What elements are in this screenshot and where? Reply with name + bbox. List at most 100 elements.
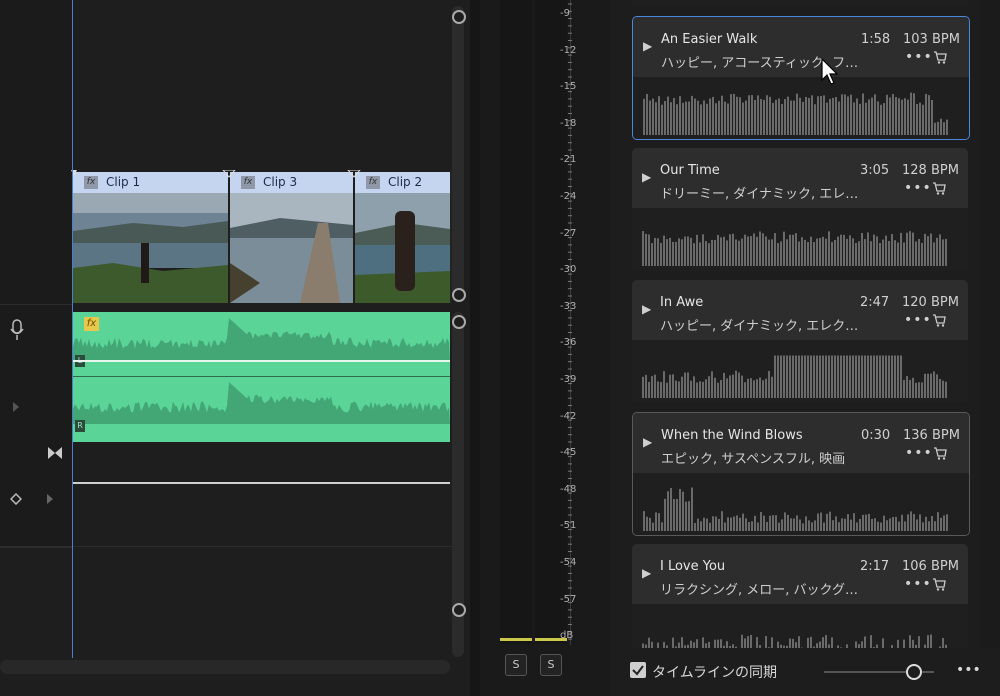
waveform-bar <box>655 512 657 531</box>
scroll-handle-bottom[interactable] <box>452 288 466 302</box>
clip-1-header[interactable]: fx Clip 1 <box>73 172 228 193</box>
waveform-bar <box>789 234 791 266</box>
track-card[interactable]: ▶ In Awe ハッピー, ダイナミック, エレクトロ... 2:47 120 BPM… <box>632 280 968 402</box>
waveform-bar <box>729 375 731 398</box>
clip-2-thumbnail[interactable] <box>355 193 450 303</box>
track-title: An Easier Walk <box>661 32 758 47</box>
waveform-bar <box>933 371 935 398</box>
cart-icon[interactable] <box>932 578 946 591</box>
db-label: -57 <box>560 593 577 605</box>
meter-level-left <box>500 638 532 641</box>
sync-label[interactable]: タイムラインの同期 <box>652 662 777 682</box>
waveform-bar <box>748 521 750 531</box>
waveform-bar <box>691 487 693 531</box>
clip-label: Clip 1 <box>106 175 141 189</box>
expand-track-icon[interactable] <box>12 401 20 413</box>
waveform-bar <box>847 96 849 135</box>
track-header-video <box>0 170 72 305</box>
master-volume-line[interactable] <box>73 482 450 484</box>
waveform-bar <box>885 355 887 398</box>
panel-divider[interactable] <box>470 0 480 696</box>
waveform-bar <box>736 515 738 531</box>
waveform-bar <box>825 355 827 398</box>
waveform-bar <box>714 239 716 266</box>
waveform-bar <box>819 238 821 266</box>
waveform-bar <box>862 514 864 531</box>
play-icon[interactable]: ▶ <box>643 39 652 53</box>
track-card-previous[interactable] <box>632 0 968 6</box>
scroll-handle-bottom[interactable] <box>452 603 466 617</box>
track-header-empty <box>0 0 72 171</box>
waveform-bar <box>735 239 737 266</box>
track-waveform <box>632 604 968 654</box>
waveform-bar <box>904 98 906 135</box>
clip-2-header[interactable]: fx Clip 2 <box>355 172 450 193</box>
clip-3-header[interactable]: fx Clip 3 <box>230 172 353 193</box>
waveform-bar <box>852 355 854 398</box>
waveform-bar <box>661 522 663 531</box>
track-waveform <box>632 340 968 402</box>
microphone-icon[interactable] <box>10 319 24 341</box>
waveform-bar <box>822 355 824 398</box>
waveform-bar <box>928 521 930 531</box>
waveform-bar <box>865 102 867 135</box>
scroll-handle-top[interactable] <box>452 10 466 24</box>
solo-button-right[interactable]: S <box>540 654 562 676</box>
transition-icon[interactable] <box>47 446 63 460</box>
track-duration: 1:58 <box>861 32 891 47</box>
waveform-bar <box>663 371 665 398</box>
more-options-icon[interactable]: ••• <box>904 312 932 328</box>
waveform-bar <box>726 240 728 266</box>
waveform-bar <box>831 241 833 266</box>
more-options-icon[interactable]: ••• <box>904 576 932 592</box>
cart-icon[interactable] <box>932 182 946 195</box>
scroll-handle-top[interactable] <box>452 315 466 329</box>
waveform-bar <box>811 522 813 531</box>
track-card[interactable]: ▶ Our Time ドリーミー, ダイナミック, エレクト... 3:05 128 B… <box>632 148 968 270</box>
footer-more-icon[interactable]: ••• <box>956 662 981 678</box>
more-options-icon[interactable]: ••• <box>905 49 933 65</box>
horizontal-scrollbar[interactable] <box>0 660 450 674</box>
db-label: -42 <box>560 410 577 422</box>
keyframe-icon[interactable] <box>10 493 22 505</box>
cart-icon[interactable] <box>933 51 947 64</box>
waveform-bar <box>666 239 668 266</box>
music-library-panel: ▶ An Easier Walk ハッピー, アコースティック, フォーク 1:58 1… <box>620 0 1000 696</box>
volume-line-left[interactable] <box>73 360 450 362</box>
waveform-bar <box>723 372 725 398</box>
fx-badge: fx <box>84 176 98 189</box>
track-card[interactable]: ▶ When the Wind Blows エピック, サスペンスフル, 映画 0:3… <box>632 412 970 536</box>
play-icon[interactable]: ▶ <box>642 170 651 184</box>
more-options-icon[interactable]: ••• <box>905 445 933 461</box>
audio-fx-badge[interactable]: fx <box>84 317 99 331</box>
waveform-bar <box>772 102 774 135</box>
more-options-icon[interactable]: ••• <box>904 180 932 196</box>
cart-icon[interactable] <box>933 447 947 460</box>
video-vertical-scrollbar[interactable] <box>452 6 464 296</box>
track-card[interactable]: ▶ An Easier Walk ハッピー, アコースティック, フォーク 1:58 1… <box>632 16 970 140</box>
waveform-bar <box>756 379 758 398</box>
waveform-bar <box>930 373 932 398</box>
sync-checkbox[interactable] <box>630 662 646 678</box>
play-icon[interactable]: ▶ <box>643 435 652 449</box>
panel-scroll-gutter[interactable] <box>980 0 1000 648</box>
track-card[interactable]: ▶ I Love You リラクシング, メロー, バックグラウ... 2:17 106… <box>632 544 968 654</box>
db-label: -9 <box>560 8 570 19</box>
waveform-bar <box>885 235 887 266</box>
waveform-bar <box>874 518 876 531</box>
waveform-bar <box>733 516 735 531</box>
waveform-bar <box>792 234 794 266</box>
waveform-bar <box>793 518 795 531</box>
next-keyframe-icon[interactable] <box>46 493 54 505</box>
play-icon[interactable]: ▶ <box>642 302 651 316</box>
waveform-bar <box>933 242 935 266</box>
play-icon[interactable]: ▶ <box>642 566 651 580</box>
clip-3-thumbnail[interactable] <box>230 193 353 303</box>
waveform-bar <box>798 241 800 266</box>
cart-icon[interactable] <box>932 314 946 327</box>
waveform-bar <box>685 101 687 135</box>
playhead[interactable] <box>72 0 73 658</box>
zoom-slider-handle[interactable] <box>906 664 922 680</box>
solo-button-left[interactable]: S <box>505 654 527 676</box>
clip-1-thumbnail[interactable] <box>73 193 228 303</box>
